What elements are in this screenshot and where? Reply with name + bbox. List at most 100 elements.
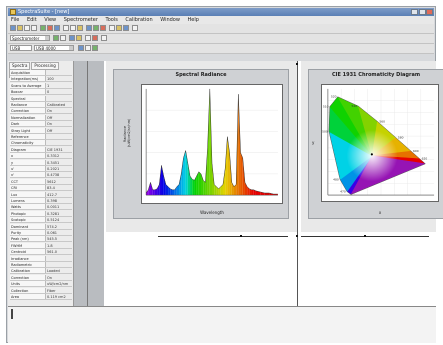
property-row[interactable]: Reference	[10, 134, 72, 140]
close-button[interactable]	[426, 9, 433, 15]
splitter-handle[interactable]	[240, 235, 242, 237]
menu-edit[interactable]: Edit	[24, 16, 40, 24]
reference-icon[interactable]	[93, 25, 99, 31]
property-row[interactable]: Stray Light Off	[10, 127, 72, 134]
property-row[interactable]: Scotopic 0.5124	[10, 217, 72, 224]
zoom-out-icon[interactable]	[70, 25, 76, 31]
acquire-icon[interactable]	[53, 35, 59, 41]
drag-handle-icon[interactable]	[11, 309, 13, 319]
property-row[interactable]: Centroid 561.0	[10, 249, 72, 256]
property-row[interactable]: x 0.3312	[10, 153, 72, 160]
strobe-icon[interactable]	[85, 45, 91, 51]
tab-spectra[interactable]: Spectra	[9, 62, 31, 70]
property-row[interactable]: Correction On	[10, 108, 72, 115]
wavelength-label: 500	[322, 130, 328, 134]
device-combo[interactable]: USB 4000	[34, 45, 74, 51]
menu-tools[interactable]: Tools	[103, 16, 121, 24]
export-icon[interactable]	[76, 35, 82, 41]
property-row[interactable]: Scans to Average 1	[10, 82, 72, 89]
property-row[interactable]: Dark On	[10, 121, 72, 128]
splitter-handle[interactable]	[296, 63, 298, 65]
property-key: Dark	[10, 121, 46, 127]
pane-splitter-v[interactable]	[297, 61, 298, 306]
menu-help[interactable]: Help	[185, 16, 202, 24]
mode-combo[interactable]: USB	[10, 45, 32, 51]
irradiance-icon[interactable]	[116, 25, 122, 31]
menu-window[interactable]: Window	[157, 16, 183, 24]
zoom-in-icon[interactable]	[63, 25, 69, 31]
property-value: 0.4738	[47, 173, 60, 178]
property-row[interactable]: Calibration Loaded	[10, 268, 72, 275]
pane-splitter-h[interactable]	[158, 236, 288, 237]
property-row[interactable]: CCT 5612	[10, 178, 72, 185]
lamp-icon[interactable]	[78, 45, 84, 51]
menu-spectrometer[interactable]: Spectrometer	[61, 16, 101, 24]
play-icon[interactable]	[40, 25, 46, 31]
property-row[interactable]: Spectral	[10, 95, 72, 102]
settings-icon[interactable]	[101, 35, 107, 41]
splitter-handle[interactable]	[364, 235, 366, 237]
splitter-handle[interactable]	[296, 235, 298, 237]
cie-plot[interactable]: 470480500510520540560580600620	[321, 84, 439, 202]
wavelength-label: 540	[351, 104, 357, 108]
absorbance-icon[interactable]	[100, 25, 106, 31]
cie-chart-card: CIE 1931 Chromaticity Diagram 470 480 500 5…	[308, 69, 443, 219]
property-row[interactable]: Integration(ms) 100	[10, 76, 72, 83]
copy-icon[interactable]	[85, 35, 91, 41]
property-row[interactable]: Normalization Off	[10, 114, 72, 121]
stop-icon[interactable]	[47, 25, 53, 31]
delete-icon[interactable]	[92, 35, 98, 41]
menu-file[interactable]: File	[8, 16, 22, 24]
property-row[interactable]: Area 0.119 cm2	[10, 294, 72, 300]
property-row[interactable]: Acquisition	[10, 70, 72, 76]
property-row[interactable]: Watts 0.0011	[10, 204, 72, 211]
property-row[interactable]: Photopic 0.3281	[10, 210, 72, 217]
graph-icon[interactable]	[54, 25, 60, 31]
property-row[interactable]: Diagram CIE 1931	[10, 146, 72, 153]
property-row[interactable]: Units uW/cm2/nm	[10, 281, 72, 288]
new-icon[interactable]	[10, 25, 16, 31]
property-row[interactable]: Radiance Calibrated	[10, 102, 72, 108]
property-row[interactable]: FWHM 1.8	[10, 242, 72, 249]
transmission-icon[interactable]	[109, 25, 115, 31]
menu-calibration[interactable]: Calibration	[122, 16, 155, 24]
property-row[interactable]: u' 0.2021	[10, 166, 72, 172]
property-row[interactable]: Collection Fiber	[10, 287, 72, 294]
properties-panel: SpectraProcessingAcquisition Acquisition…	[8, 61, 74, 306]
property-row[interactable]: Dominant 574.2	[10, 223, 72, 230]
spectrometer-combo[interactable]: Spectrometer	[10, 35, 50, 41]
property-row[interactable]: y 0.3451	[10, 159, 72, 166]
property-row[interactable]: Boxcar 0	[10, 89, 72, 96]
overlay-icon[interactable]	[69, 35, 75, 41]
property-value: 0.061	[47, 231, 58, 235]
property-row[interactable]: Peak (nm) 545.5	[10, 236, 72, 243]
color-icon[interactable]	[123, 25, 129, 31]
property-row[interactable]: Irradiance	[10, 255, 72, 262]
property-value: On	[47, 275, 52, 280]
save-icon[interactable]	[24, 25, 30, 31]
property-row[interactable]: Correction On	[10, 274, 72, 281]
property-key: Normalization	[10, 114, 46, 120]
minimize-button[interactable]	[411, 9, 418, 15]
property-row[interactable]: CRI 83.4	[10, 185, 72, 192]
property-value: 545.5	[47, 237, 58, 242]
property-row[interactable]: v' 0.4738	[10, 172, 72, 179]
dark-icon[interactable]	[86, 25, 92, 31]
property-row[interactable]: Chromaticity	[10, 140, 72, 147]
open-icon[interactable]	[17, 25, 23, 31]
spectral-plot[interactable]	[141, 84, 283, 204]
property-key: Centroid	[10, 249, 46, 255]
property-row[interactable]: Radiometric	[10, 262, 72, 268]
help-icon[interactable]	[132, 25, 138, 31]
maximize-button[interactable]	[419, 9, 426, 15]
property-row[interactable]: Purity 0.061	[10, 230, 72, 236]
scale-icon[interactable]	[77, 25, 83, 31]
print-icon[interactable]	[31, 25, 37, 31]
pause-icon[interactable]	[60, 35, 66, 41]
property-row[interactable]: Lux 412.7	[10, 191, 72, 198]
app-icon	[10, 9, 16, 15]
trigger-icon[interactable]	[92, 45, 98, 51]
menu-view[interactable]: View	[41, 16, 59, 24]
property-row[interactable]: Lumens 0.398	[10, 198, 72, 204]
tab-processing[interactable]: Processing	[31, 62, 59, 70]
